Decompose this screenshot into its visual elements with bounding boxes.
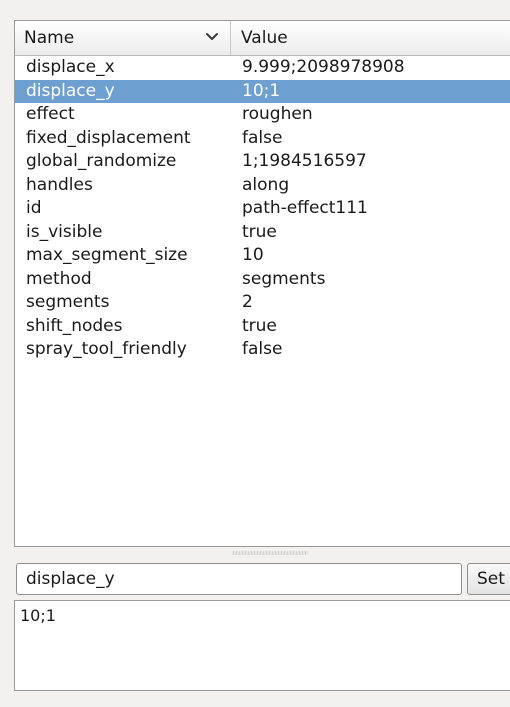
attribute-name-cell: spray_tool_friendly [26, 339, 187, 359]
table-row[interactable]: fixed_displacement false [15, 127, 510, 151]
table-row[interactable]: is_visible true [15, 221, 510, 245]
attribute-name-cell: displace_y [26, 80, 115, 101]
attribute-value-cell: roughen [242, 104, 313, 124]
attribute-name-cell: shift_nodes [26, 315, 123, 336]
name-column-header[interactable]: Name [15, 21, 230, 55]
table-row[interactable]: global_randomize 1;1984516597 [15, 150, 510, 174]
value-column-label: Value [241, 28, 288, 48]
table-row[interactable]: handles along [15, 174, 510, 198]
attribute-name-cell: fixed_displacement [26, 127, 191, 148]
value-column-header[interactable]: Value [230, 21, 510, 55]
attribute-rows: displace_x 9.999;2098978908 displace_y 10;1… [15, 56, 510, 362]
attribute-name-cell: effect [26, 104, 75, 124]
table-row[interactable]: effect roughen [15, 103, 510, 127]
xml-attribute-editor: Name Value displace_x 9.999;2098978908 dis… [0, 0, 510, 707]
set-button[interactable]: Set [467, 563, 510, 595]
attribute-name-cell: max_segment_size [26, 245, 188, 265]
attribute-value-cell: 9.999;2098978908 [242, 57, 405, 77]
attribute-name-cell: displace_x [26, 57, 115, 77]
attribute-value-cell: true [242, 221, 277, 242]
attribute-value-cell: false [242, 127, 283, 148]
attribute-value-cell: 1;1984516597 [242, 151, 367, 171]
attribute-value-cell: segments [242, 268, 326, 289]
pane-splitter[interactable] [14, 549, 510, 557]
attribute-name-cell: id [26, 198, 42, 218]
attribute-name-cell: handles [26, 174, 93, 195]
attribute-value-cell: along [242, 174, 290, 195]
table-row[interactable]: max_segment_size 10 [15, 244, 510, 268]
attribute-name-cell: segments [26, 292, 110, 312]
table-row[interactable]: displace_y 10;1 [15, 79, 510, 103]
name-column-label: Name [24, 28, 75, 48]
table-row[interactable]: spray_tool_friendly false [15, 338, 510, 362]
table-row[interactable]: displace_x 9.999;2098978908 [15, 56, 510, 80]
attribute-value-cell: true [242, 315, 277, 336]
attribute-table: Name Value displace_x 9.999;2098978908 dis… [14, 20, 510, 547]
attribute-value-cell: false [242, 339, 283, 359]
attribute-value-cell: 10 [242, 245, 264, 265]
attribute-value-cell: 10;1 [242, 80, 281, 101]
table-row[interactable]: id path-effect111 [15, 197, 510, 221]
splitter-grip [232, 551, 308, 555]
table-row[interactable]: method segments [15, 268, 510, 292]
table-row[interactable]: shift_nodes true [15, 315, 510, 339]
table-header: Name Value [15, 21, 510, 56]
table-row[interactable]: segments 2 [15, 291, 510, 315]
attribute-name-cell: method [26, 268, 92, 289]
attribute-value-editor[interactable]: 10;1 [14, 600, 510, 691]
attribute-value-cell: 2 [242, 292, 253, 312]
attribute-name-input[interactable] [16, 563, 462, 595]
chevron-down-icon [206, 33, 218, 40]
attribute-name-cell: is_visible [26, 221, 103, 242]
attribute-value-cell: path-effect111 [242, 198, 368, 218]
attribute-name-cell: global_randomize [26, 151, 177, 171]
